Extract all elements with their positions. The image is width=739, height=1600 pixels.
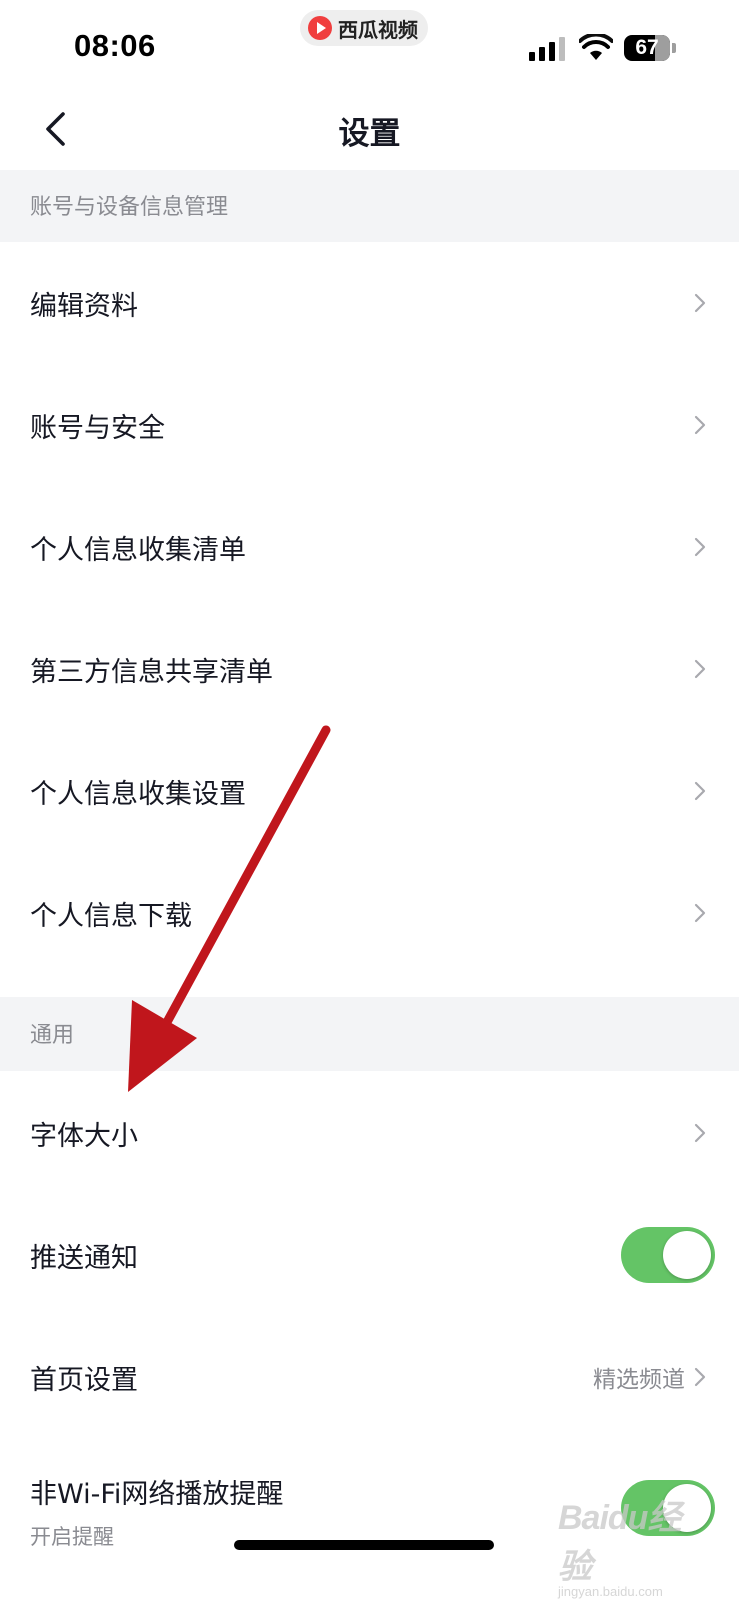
settings-row-info-collection-list[interactable]: 个人信息收集清单 [0, 486, 739, 608]
push-notifications-toggle[interactable] [621, 1227, 715, 1283]
chevron-right-icon [694, 781, 706, 801]
row-label: 个人信息下载 [30, 900, 192, 932]
row-label: 推送通知 [30, 1242, 138, 1274]
toggle-knob [663, 1231, 711, 1279]
home-indicator[interactable] [234, 1540, 494, 1550]
status-bar: 08:06 西瓜视频 67 [0, 0, 739, 90]
chevron-right-icon [694, 1367, 706, 1387]
baidu-jingyan-watermark: Baidu经验 jingyan.baidu.com [558, 1490, 708, 1599]
section-header-account-label: 账号与设备信息管理 [30, 195, 229, 220]
settings-row-info-collection-settings[interactable]: 个人信息收集设置 [0, 730, 739, 852]
status-time: 08:06 [74, 28, 156, 63]
page-title: 设置 [338, 116, 401, 152]
settings-row-font-size[interactable]: 字体大小 [0, 1072, 739, 1194]
battery-cap [672, 43, 676, 53]
section-header-general: 通用 [0, 997, 739, 1071]
section-header-account: 账号与设备信息管理 [0, 170, 739, 242]
settings-row-info-download[interactable]: 个人信息下载 [0, 852, 739, 974]
xigua-logo-icon [308, 16, 332, 40]
row-label: 第三方信息共享清单 [30, 656, 273, 688]
settings-row-third-party-sharing-list[interactable]: 第三方信息共享清单 [0, 608, 739, 730]
chevron-right-icon [694, 1123, 706, 1143]
settings-row-account-security[interactable]: 账号与安全 [0, 364, 739, 486]
row-label: 非Wi-Fi网络播放提醒 [30, 1479, 284, 1510]
row-label: 编辑资料 [30, 290, 138, 322]
app-indicator-pill[interactable]: 西瓜视频 [300, 10, 428, 46]
row-label: 个人信息收集设置 [30, 778, 246, 810]
watermark-brand: Baidu经验 [558, 1499, 681, 1586]
chevron-right-icon [694, 537, 706, 557]
wifi-icon [579, 34, 613, 60]
navigation-bar: 设置 [0, 88, 739, 170]
app-name: 西瓜视频 [338, 17, 418, 42]
battery-level: 67 [635, 36, 659, 59]
row-label: 首页设置 [30, 1364, 138, 1396]
cellular-signal-icon [529, 37, 565, 61]
homepage-current-value: 精选频道 [593, 1367, 685, 1393]
row-label: 字体大小 [30, 1120, 138, 1152]
battery-icon: 67 [624, 35, 670, 61]
row-label: 个人信息收集清单 [30, 534, 246, 566]
watermark-sub: jingyan.baidu.com [558, 1584, 663, 1599]
row-label: 账号与安全 [30, 412, 165, 444]
chevron-right-icon [694, 903, 706, 923]
chevron-right-icon [694, 659, 706, 679]
chevron-right-icon [694, 415, 706, 435]
settings-row-push-notifications: 推送通知 [0, 1194, 739, 1316]
chevron-right-icon [694, 293, 706, 313]
section-header-general-label: 通用 [30, 1023, 75, 1048]
settings-row-homepage[interactable]: 首页设置 精选频道 [0, 1316, 739, 1438]
settings-row-edit-profile[interactable]: 编辑资料 [0, 242, 739, 364]
